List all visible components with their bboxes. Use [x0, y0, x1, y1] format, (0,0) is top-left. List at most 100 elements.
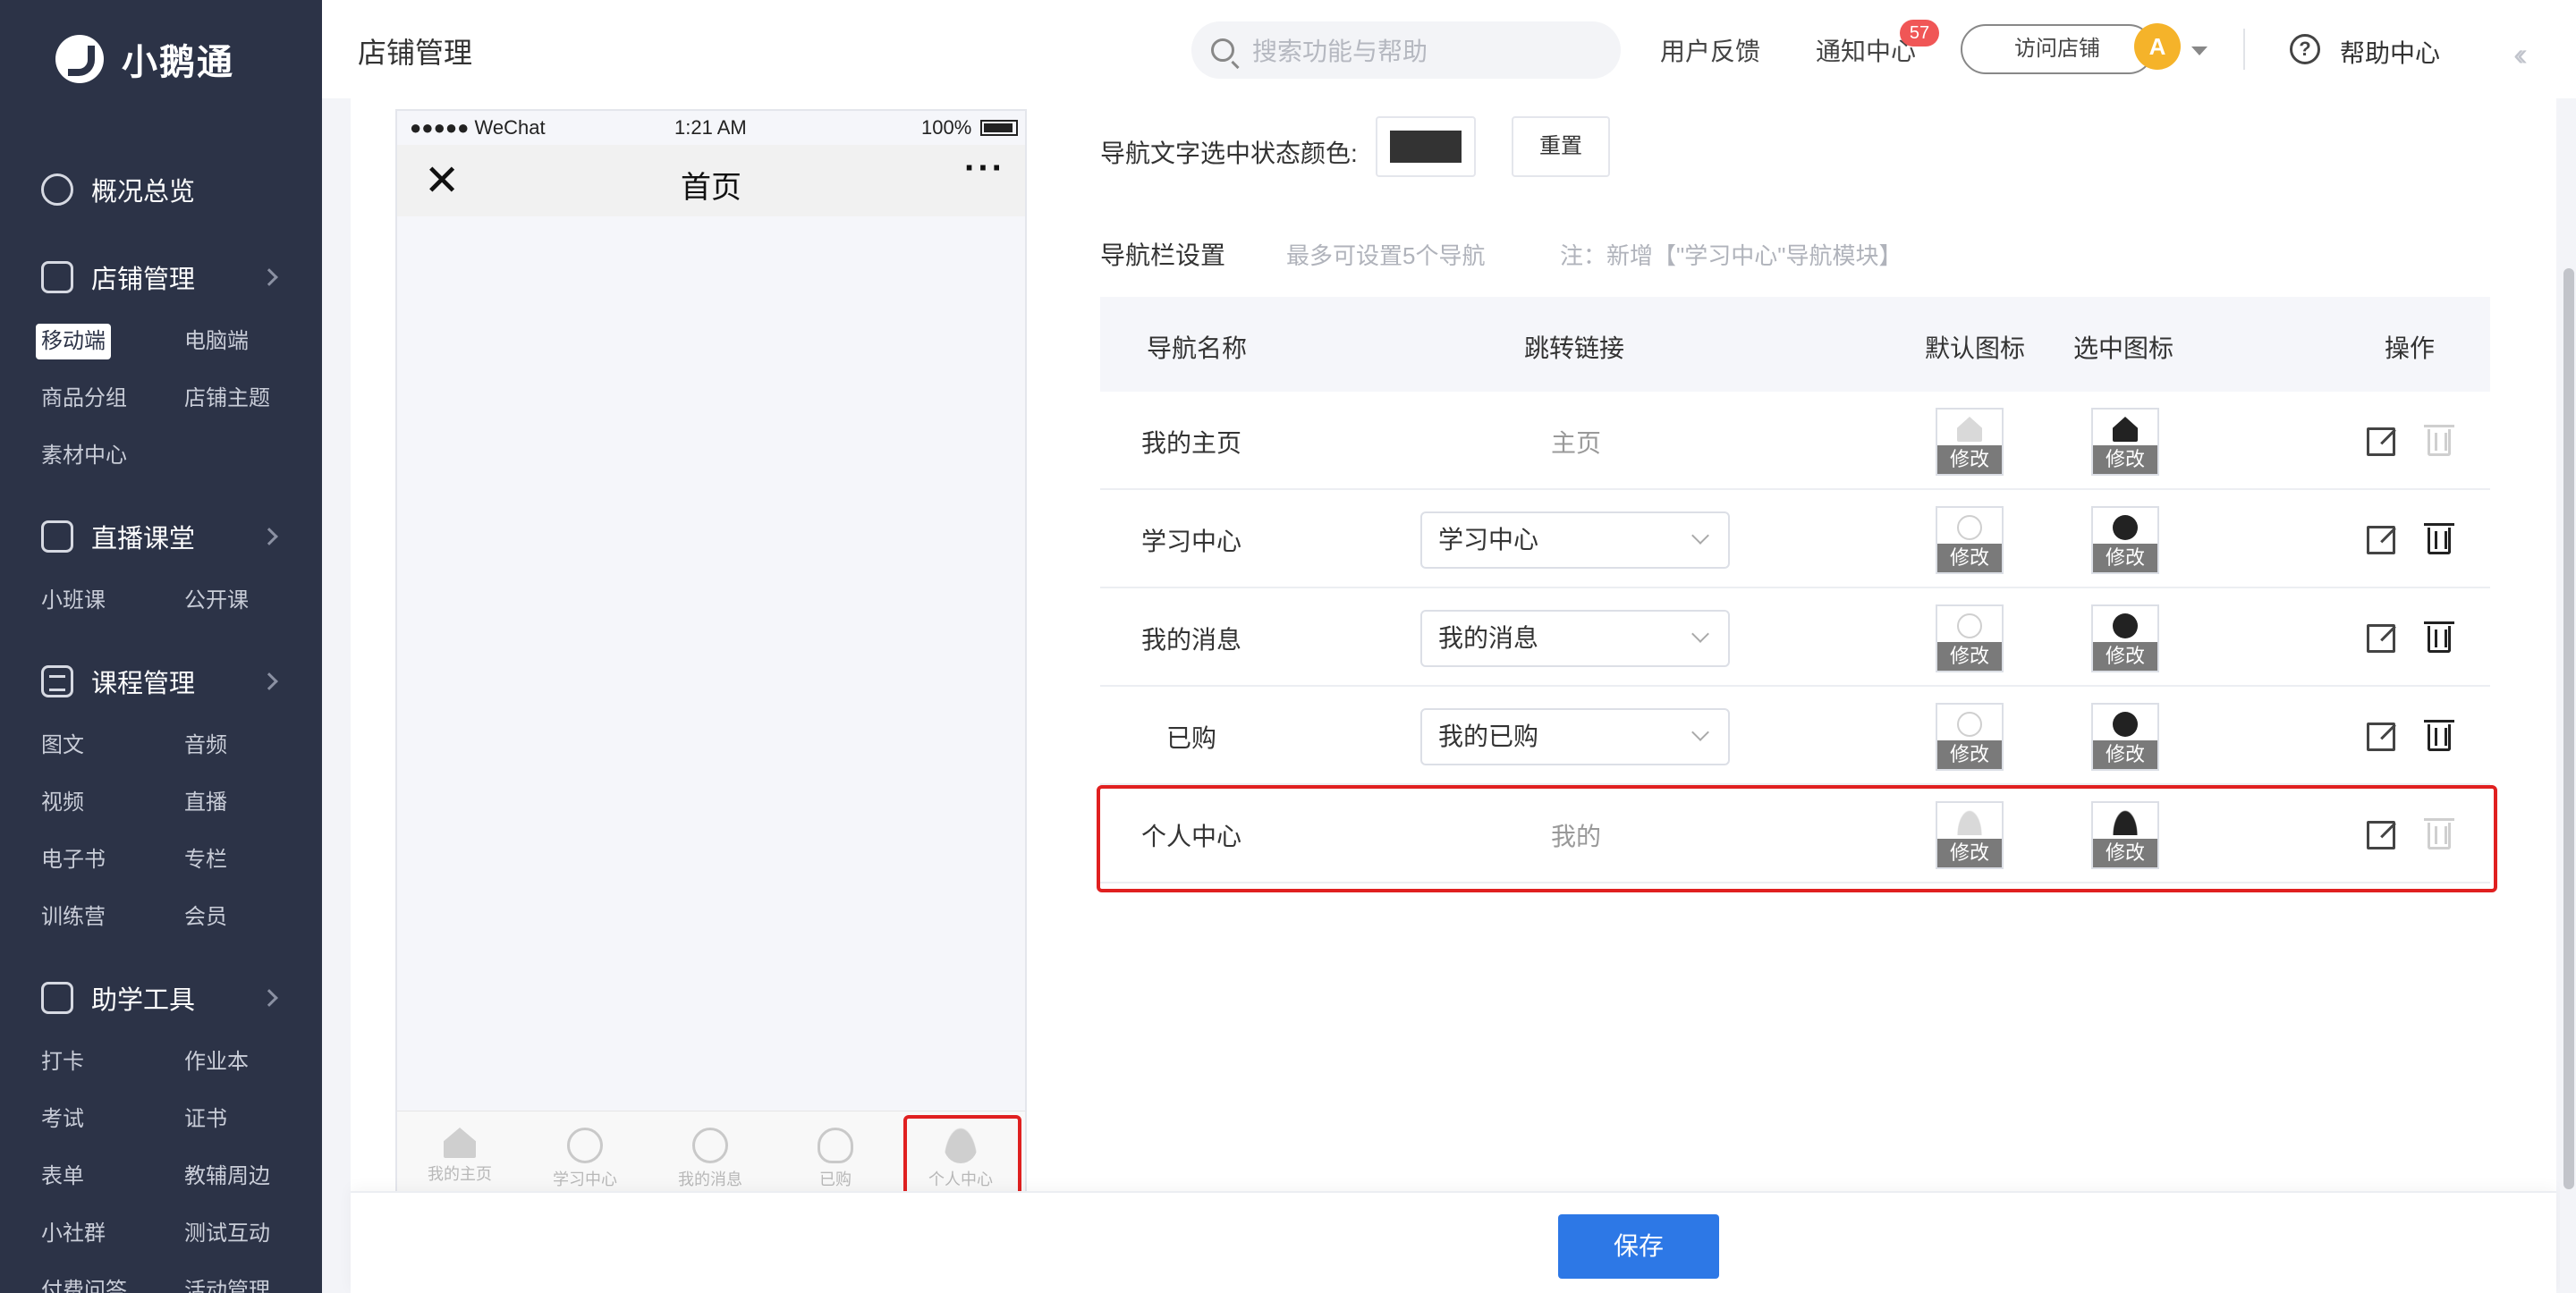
clock-label: 1:21 AM: [674, 116, 747, 139]
collapse-icon[interactable]: ‹‹: [2513, 36, 2528, 73]
modify-button[interactable]: 修改: [2093, 544, 2157, 572]
feedback-link[interactable]: 用户反馈: [1660, 32, 1760, 68]
sidebar-item-mobile[interactable]: 移动端: [36, 324, 111, 359]
sidebar-item-paid-qa[interactable]: 付费问答: [36, 1273, 132, 1293]
column-header: 导航名称: [1147, 334, 1248, 362]
question-circle-icon[interactable]: ?: [2290, 34, 2320, 64]
modify-button[interactable]: 修改: [1937, 445, 2002, 474]
default-icon-cell[interactable]: 修改: [1936, 408, 2004, 476]
sidebar-group-tools[interactable]: 助学工具: [0, 969, 322, 1027]
sidebar-item-quiz[interactable]: 测试互动: [179, 1216, 275, 1252]
brand-logo[interactable]: 小鹅通: [55, 34, 234, 84]
selected-icon-cell[interactable]: 修改: [2091, 703, 2159, 771]
battery-label: 100%: [921, 116, 972, 139]
sidebar-item-audio[interactable]: 音频: [179, 728, 233, 764]
default-icon-cell[interactable]: 修改: [1936, 604, 2004, 672]
tab-label: 已购: [819, 1170, 852, 1188]
modify-button[interactable]: 修改: [2093, 642, 2157, 671]
phone-tab-messages[interactable]: 我的消息: [648, 1111, 773, 1193]
sidebar-group-courses[interactable]: 课程管理: [0, 653, 322, 710]
sidebar-group-live[interactable]: 直播课堂: [0, 508, 322, 565]
chat-bubble-icon: [2113, 613, 2138, 638]
sidebar-item-store-theme[interactable]: 店铺主题: [179, 381, 275, 417]
sidebar-item-form[interactable]: 表单: [36, 1159, 89, 1195]
sidebar-item-camp[interactable]: 训练营: [36, 900, 111, 935]
selected-icon-cell[interactable]: 修改: [2091, 506, 2159, 574]
save-button[interactable]: 保存: [1558, 1214, 1719, 1279]
document-icon: [41, 665, 73, 697]
modify-button[interactable]: 修改: [1937, 544, 2002, 572]
sidebar-item-open-class[interactable]: 公开课: [179, 583, 254, 619]
compass-icon: [2113, 515, 2138, 540]
chevron-down-icon: [1691, 723, 1709, 741]
sidebar-item-homework[interactable]: 作业本: [179, 1044, 254, 1080]
video-camera-icon: [41, 520, 73, 553]
link-select[interactable]: 我的消息: [1420, 610, 1730, 667]
selected-icon-cell[interactable]: 修改: [2091, 408, 2159, 476]
sidebar-item-checkin[interactable]: 打卡: [36, 1044, 89, 1080]
sidebar-item-video[interactable]: 视频: [36, 785, 89, 821]
sidebar-item-member[interactable]: 会员: [179, 900, 233, 935]
sidebar-item-material[interactable]: 素材中心: [36, 438, 132, 474]
edit-icon[interactable]: [2367, 624, 2395, 653]
trash-icon[interactable]: [2424, 621, 2454, 653]
trash-icon[interactable]: [2424, 523, 2454, 554]
topbar: 店铺管理 搜索功能与帮助 用户反馈 通知中心 57 访问店铺 A ? 帮助中心 …: [322, 0, 2576, 98]
sidebar-item-exam[interactable]: 考试: [36, 1102, 89, 1137]
phone-tab-home[interactable]: 我的主页: [397, 1111, 522, 1193]
link-select[interactable]: 学习中心: [1420, 511, 1730, 569]
phone-tab-purchased[interactable]: 已购: [773, 1111, 898, 1193]
selected-icon-cell[interactable]: 修改: [2091, 604, 2159, 672]
modify-button[interactable]: 修改: [2093, 740, 2157, 769]
chevron-right-icon: [260, 268, 278, 286]
reset-button[interactable]: 重置: [1512, 116, 1610, 177]
column-header: 选中图标: [2073, 334, 2174, 362]
edit-icon[interactable]: [2367, 526, 2395, 554]
link-select[interactable]: 我的已购: [1420, 708, 1730, 765]
section-title: 导航栏设置: [1100, 241, 1226, 269]
visit-store-button[interactable]: 访问店铺: [1961, 24, 2154, 74]
battery-icon: [980, 120, 1018, 136]
sidebar-item-merch[interactable]: 教辅周边: [179, 1159, 275, 1195]
sidebar-item-community[interactable]: 小社群: [36, 1216, 111, 1252]
sidebar-item-column[interactable]: 专栏: [179, 842, 233, 878]
sidebar-item-pc[interactable]: 电脑端: [179, 324, 254, 359]
modify-button[interactable]: 修改: [1937, 740, 2002, 769]
column-header: 跳转链接: [1524, 334, 1625, 362]
color-picker[interactable]: [1376, 116, 1476, 177]
edit-icon[interactable]: [2367, 723, 2395, 751]
edit-icon[interactable]: [2367, 427, 2395, 456]
pie-chart-icon: [41, 173, 73, 206]
sidebar-group-store[interactable]: 店铺管理: [0, 249, 322, 306]
sidebar-item-product-group[interactable]: 商品分组: [36, 381, 132, 417]
tab-label: 我的消息: [678, 1170, 742, 1188]
sidebar-item-live[interactable]: 直播: [179, 785, 233, 821]
sidebar-group-overview[interactable]: 概况总览: [0, 161, 322, 218]
avatar[interactable]: A: [2134, 23, 2181, 70]
sidebar-item-small-class[interactable]: 小班课: [36, 583, 111, 619]
nav-link-text: 主页: [1551, 429, 1602, 457]
table-header: 导航名称 跳转链接 默认图标 选中图标 操作: [1100, 297, 2490, 392]
caret-down-icon[interactable]: [2191, 46, 2207, 55]
home-icon: [2113, 417, 2138, 442]
compass-icon: [1957, 515, 1982, 540]
modify-button[interactable]: 修改: [2093, 445, 2157, 474]
modify-button[interactable]: 修改: [1937, 642, 2002, 671]
trash-icon: [2424, 425, 2454, 456]
section-hint: 最多可设置5个导航: [1286, 242, 1486, 269]
help-center-link[interactable]: 帮助中心: [2340, 34, 2440, 70]
compass-icon: [567, 1128, 603, 1163]
default-icon-cell[interactable]: 修改: [1936, 703, 2004, 771]
scrollbar-thumb[interactable]: [2563, 268, 2574, 1189]
search-input[interactable]: 搜索功能与帮助: [1191, 21, 1621, 79]
sidebar-item-ebook[interactable]: 电子书: [36, 842, 111, 878]
trash-icon[interactable]: [2424, 720, 2454, 751]
sidebar-item-certificate[interactable]: 证书: [179, 1102, 233, 1137]
sidebar-group-label: 直播课堂: [91, 525, 196, 554]
sidebar-item-article[interactable]: 图文: [36, 728, 89, 764]
default-icon-cell[interactable]: 修改: [1936, 506, 2004, 574]
fire-icon: [2113, 712, 2138, 737]
fire-icon: [1957, 712, 1982, 737]
sidebar-item-activity[interactable]: 活动管理: [179, 1273, 275, 1293]
phone-tab-study[interactable]: 学习中心: [522, 1111, 648, 1193]
